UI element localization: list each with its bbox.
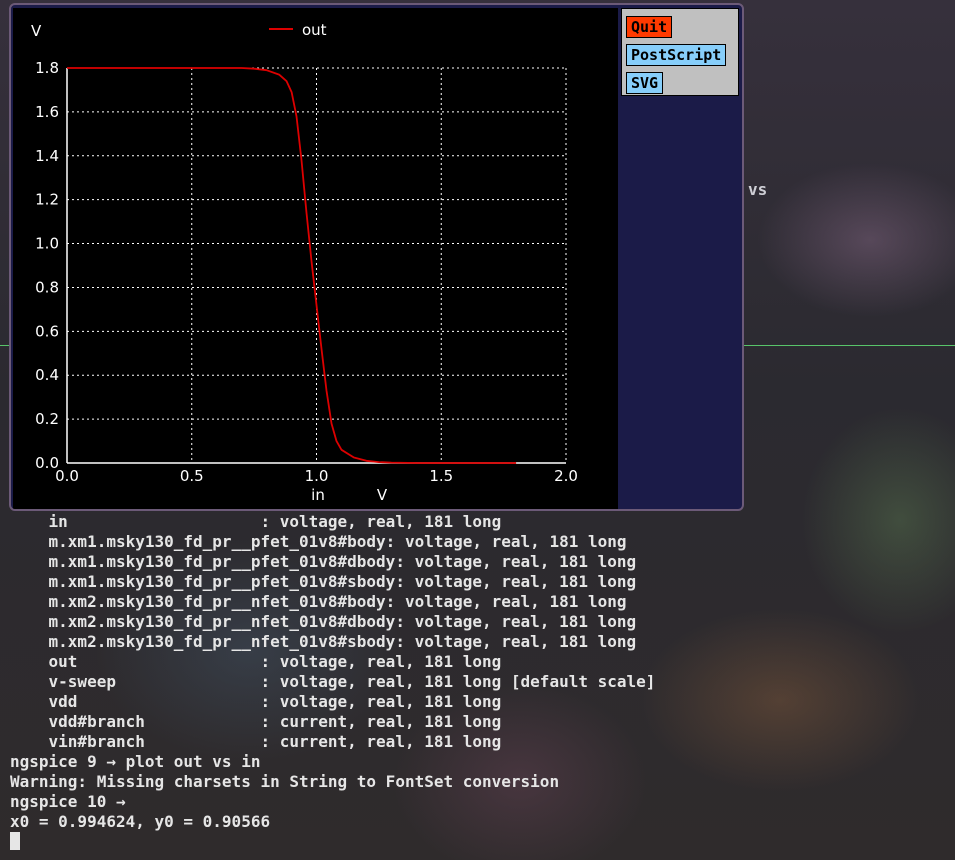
y-tick-label: 1.8: [35, 59, 59, 77]
terminal-line: v-sweep : voltage, real, 181 long [defau…: [10, 672, 656, 691]
terminal-line: vdd#branch : current, real, 181 long: [10, 712, 502, 731]
terminal-line: vdd : voltage, real, 181 long: [10, 692, 502, 711]
series-line-out: [67, 67, 517, 464]
terminal-input-line[interactable]: [10, 832, 950, 852]
x-axis-unit-label: V: [377, 486, 388, 504]
y-tick-label: 1.4: [35, 147, 59, 165]
y-tick-label: 1.2: [35, 191, 59, 209]
svg-button[interactable]: SVG: [626, 72, 664, 94]
plot-button-panel: Quit PostScript SVG: [621, 8, 739, 96]
x-tick-label: 1.5: [429, 467, 453, 485]
postscript-button[interactable]: PostScript: [626, 44, 727, 66]
legend-label: out: [302, 21, 327, 39]
x-tick-label: 1.0: [305, 467, 329, 485]
x-axis-label: in: [311, 486, 325, 504]
y-tick-label: 0.8: [35, 278, 59, 296]
text-cursor: [10, 832, 20, 850]
y-tick-label: 1.6: [35, 103, 59, 121]
y-tick-label: 0.6: [35, 322, 59, 340]
terminal-prompt-line: ngspice 9 → plot out vs in: [10, 752, 261, 771]
terminal-prompt-line: ngspice 10 →: [10, 792, 126, 811]
background-window-text: vs: [748, 180, 768, 199]
y-tick-label: 1.0: [35, 235, 59, 253]
y-tick-label: 0.4: [35, 366, 59, 384]
x-tick-label: 0.5: [180, 467, 204, 485]
terminal-line: m.xm1.msky130_fd_pr__pfet_01v8#sbody: vo…: [10, 572, 637, 591]
terminal-output[interactable]: in : voltage, real, 181 long m.xm1.msky1…: [10, 512, 950, 857]
quit-button[interactable]: Quit: [626, 16, 673, 38]
y-axis-label: V: [31, 22, 42, 40]
chart-svg[interactable]: 0.0 0.5 1.0 1.5 2.00.00.20.40.60.81.01.21.41…: [13, 8, 618, 511]
x-tick-label: 2.0: [554, 467, 578, 485]
terminal-line: in : voltage, real, 181 long: [10, 512, 502, 531]
plot-window[interactable]: 0.0 0.5 1.0 1.5 2.0 0.0 0.2 0.4 0.6 0.8 1.0 1.2 1.4 1…: [9, 3, 744, 511]
terminal-warning-line: Warning: Missing charsets in String to F…: [10, 772, 560, 791]
plot-area[interactable]: 0.0 0.5 1.0 1.5 2.0 0.0 0.2 0.4 0.6 0.8 1.0 1.2 1.4 1…: [13, 8, 618, 511]
y-tick-label: 0.2: [35, 410, 59, 428]
terminal-line: out : voltage, real, 181 long: [10, 652, 502, 671]
terminal-line: m.xm1.msky130_fd_pr__pfet_01v8#body: vol…: [10, 532, 627, 551]
terminal-line: m.xm2.msky130_fd_pr__nfet_01v8#sbody: vo…: [10, 632, 637, 651]
terminal-line: m.xm1.msky130_fd_pr__pfet_01v8#dbody: vo…: [10, 552, 637, 571]
terminal-line: m.xm2.msky130_fd_pr__nfet_01v8#dbody: vo…: [10, 612, 637, 631]
y-tick-label: 0.0: [35, 454, 59, 472]
terminal-coordinate-readout: x0 = 0.994624, y0 = 0.90566: [10, 812, 271, 831]
terminal-line: m.xm2.msky130_fd_pr__nfet_01v8#body: vol…: [10, 592, 627, 611]
terminal-line: vin#branch : current, real, 181 long: [10, 732, 502, 751]
